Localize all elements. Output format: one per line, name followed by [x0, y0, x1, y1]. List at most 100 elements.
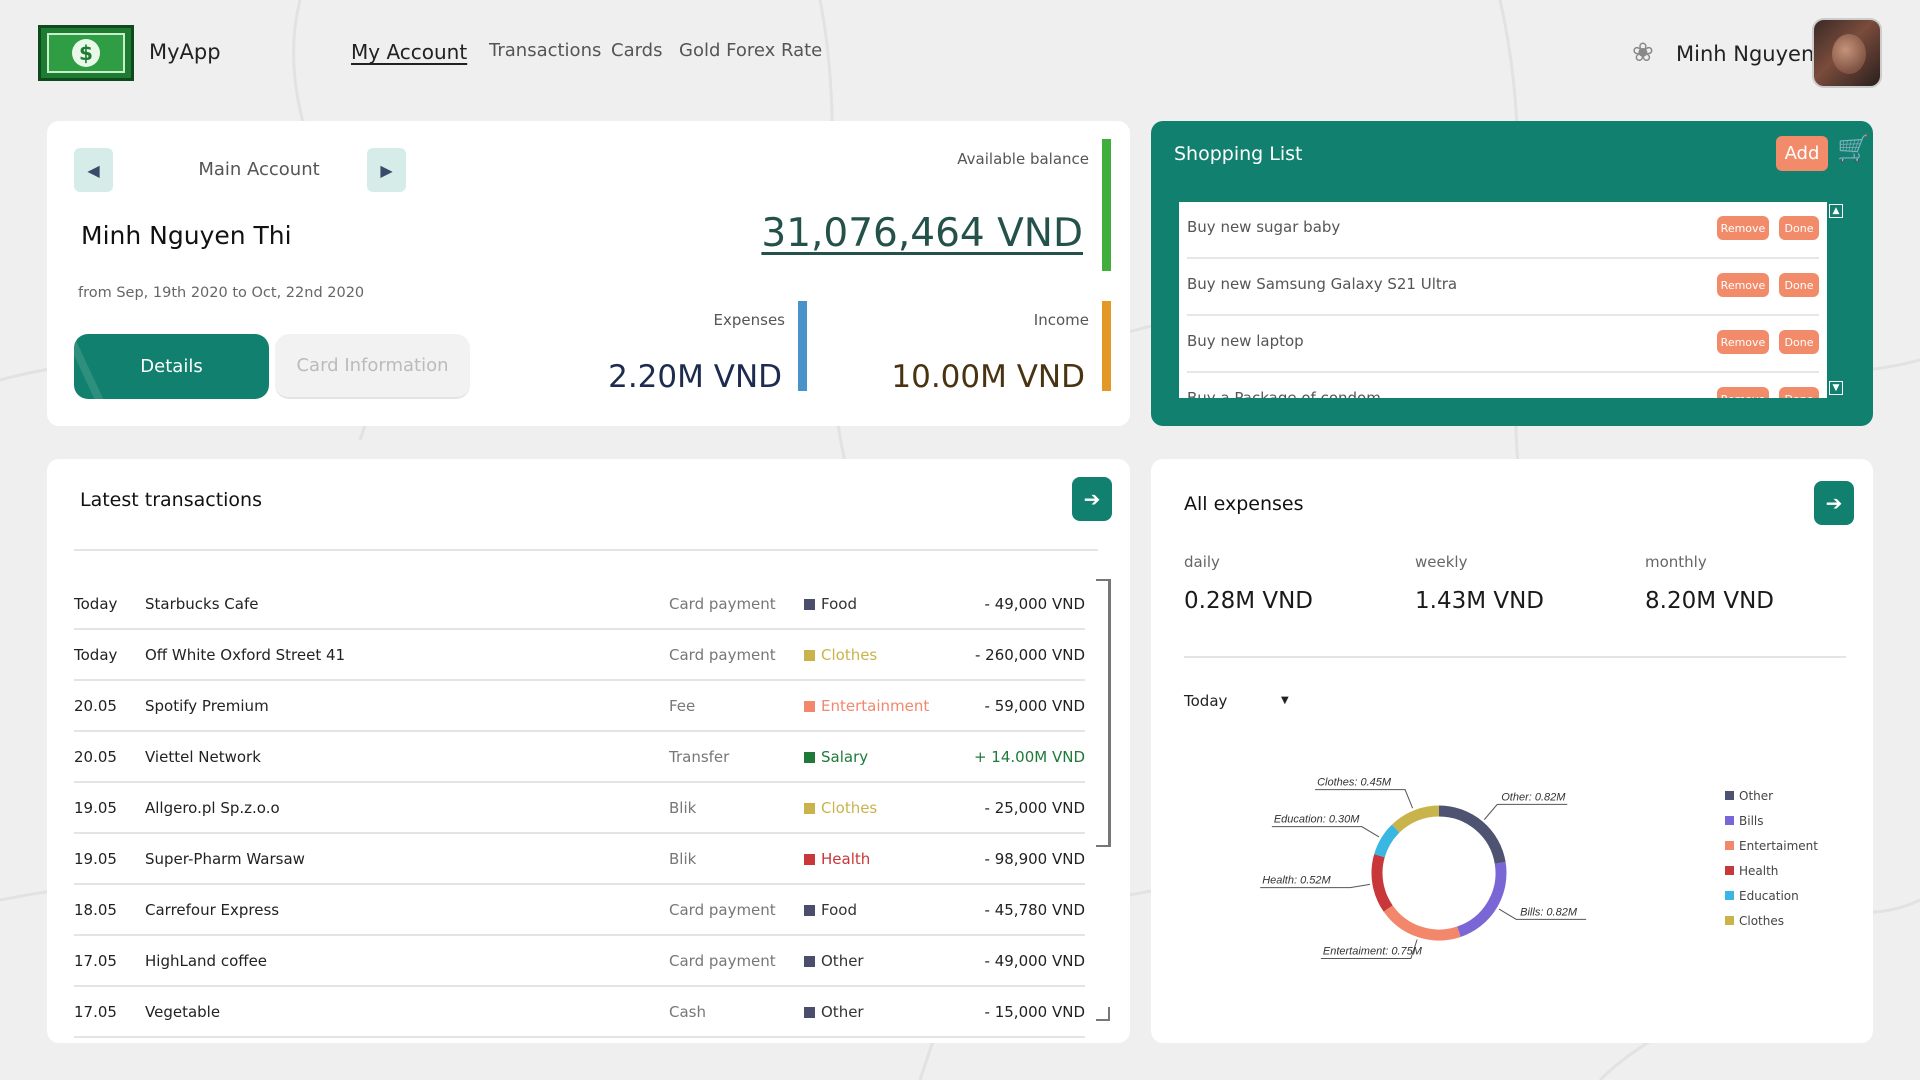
transaction-category: Salary	[804, 748, 868, 766]
transaction-category: Health	[804, 850, 870, 868]
shopping-item-text: Buy new laptop	[1187, 332, 1304, 350]
category-label: Salary	[821, 748, 869, 766]
transactions-title: Latest transactions	[80, 489, 262, 511]
legend-item[interactable]: Education	[1725, 889, 1799, 903]
nav-cards[interactable]: Cards	[611, 40, 663, 61]
legend-item[interactable]: Health	[1725, 864, 1778, 878]
leader-line	[1271, 826, 1380, 838]
legend-item[interactable]: Bills	[1725, 814, 1764, 828]
nav-transactions[interactable]: Transactions	[489, 40, 601, 61]
transaction-category: Clothes	[804, 799, 877, 817]
done-button[interactable]: Done	[1779, 216, 1819, 240]
legend-item[interactable]: Entertaiment	[1725, 839, 1818, 853]
transactions-scrollbar[interactable]	[1096, 579, 1111, 847]
next-account-button[interactable]: ▶	[367, 148, 406, 192]
top-navigation-bar: $ MyApp My Account Transactions Cards Go…	[0, 0, 1920, 108]
transaction-name: Vegetable	[145, 1003, 221, 1021]
transaction-category: Food	[804, 595, 857, 613]
divider	[74, 549, 1098, 551]
table-row[interactable]: Today Off White Oxford Street 41 Card paym…	[74, 630, 1085, 681]
remove-button[interactable]: Remove	[1717, 216, 1769, 240]
table-row[interactable]: 19.05 Allgero.pl Sp.z.o.o Blik Clothes - 25,…	[74, 783, 1085, 834]
scroll-down-button[interactable]: ▼	[1829, 381, 1843, 395]
category-color-swatch	[804, 956, 815, 967]
nav-gold-forex-rate[interactable]: Gold Forex Rate	[679, 40, 822, 61]
donut-slice-health[interactable]	[1371, 854, 1393, 912]
transaction-date: 17.05	[74, 1003, 117, 1021]
expenses-donut-chart: Other: 0.82M Bills: 0.82M Entertaiment: 0.…	[1260, 777, 1587, 959]
table-row[interactable]: 17.05 Vegetable Cash Other - 15,000 VND	[74, 987, 1085, 1038]
category-color-swatch	[804, 599, 815, 610]
transaction-method: Card payment	[669, 901, 776, 919]
category-color-swatch	[804, 701, 815, 712]
donut-slice-clothes[interactable]	[1391, 805, 1440, 833]
shopping-list[interactable]: Buy new sugar baby Remove Done Buy new S…	[1179, 202, 1827, 398]
donut-slice-other[interactable]	[1438, 805, 1506, 865]
done-button[interactable]: Done	[1779, 387, 1819, 398]
legend-label: Health	[1739, 864, 1779, 878]
transaction-category: Other	[804, 1003, 864, 1021]
table-row[interactable]: Today Starbucks Cafe Card payment Food - 49,…	[74, 579, 1085, 630]
latest-transactions-card: Latest transactions ➔ Today Starbucks Caf…	[47, 459, 1130, 1043]
shopping-list-card: Shopping List Add 🛒 Buy new sugar baby R…	[1151, 121, 1873, 426]
card-information-button[interactable]: Card Information	[275, 334, 470, 399]
arrow-left-icon: ◀	[87, 160, 100, 180]
donut-slice-entertaiment[interactable]	[1383, 905, 1461, 941]
app-logo[interactable]: $	[38, 25, 134, 81]
available-balance-value[interactable]: 31,076,464 VND	[761, 211, 1083, 256]
details-button[interactable]: Details	[74, 334, 269, 399]
transaction-date: 18.05	[74, 901, 117, 919]
category-color-swatch	[804, 1007, 815, 1018]
table-row[interactable]: 17.05 HighLand coffee Card payment Other - 4…	[74, 936, 1085, 987]
resize-handle[interactable]	[1096, 1007, 1110, 1021]
transaction-name: Spotify Premium	[145, 697, 269, 715]
income-value: 10.00M VND	[891, 359, 1085, 395]
transaction-amount: - 49,000 VND	[984, 952, 1085, 970]
transaction-name: Starbucks Cafe	[145, 595, 259, 613]
account-owner: Minh Nguyen Thi	[81, 221, 292, 250]
legend-swatch	[1725, 891, 1734, 900]
category-color-swatch	[804, 905, 815, 916]
transaction-amount: - 49,000 VND	[984, 595, 1085, 613]
legend-swatch	[1725, 866, 1734, 875]
legend-item[interactable]: Clothes	[1725, 914, 1784, 928]
user-name[interactable]: Minh Nguyen	[1676, 42, 1814, 66]
transaction-date: 17.05	[74, 952, 117, 970]
view-all-transactions-button[interactable]: ➔	[1072, 477, 1112, 521]
category-label: Food	[821, 901, 857, 919]
all-expenses-card: All expenses ➔ daily 0.28M VND weekly 1.…	[1151, 459, 1873, 1043]
previous-account-button[interactable]: ◀	[74, 148, 113, 192]
legend-item[interactable]: Other	[1725, 789, 1773, 803]
slice-label: Education: 0.30M	[1274, 814, 1360, 826]
slice-label: Other: 0.82M	[1501, 791, 1566, 803]
done-button[interactable]: Done	[1779, 273, 1819, 297]
flower-icon[interactable]: ❀	[1632, 38, 1654, 68]
table-row[interactable]: 18.05 Carrefour Express Card payment Food - …	[74, 885, 1085, 936]
remove-button[interactable]: Remove	[1717, 387, 1769, 398]
transaction-name: Super-Pharm Warsaw	[145, 850, 305, 868]
donut-slice-bills[interactable]	[1456, 862, 1507, 937]
table-row[interactable]: 20.05 Viettel Network Transfer Salary + 14.0…	[74, 732, 1085, 783]
done-button[interactable]: Done	[1779, 330, 1819, 354]
avatar[interactable]	[1812, 18, 1882, 88]
remove-button[interactable]: Remove	[1717, 273, 1769, 297]
transaction-name: Allgero.pl Sp.z.o.o	[145, 799, 280, 817]
transaction-method: Card payment	[669, 646, 776, 664]
nav-my-account[interactable]: My Account	[351, 40, 467, 64]
donut-slice-education[interactable]	[1374, 824, 1400, 858]
table-row[interactable]: 20.05 Spotify Premium Fee Entertainment - 59…	[74, 681, 1085, 732]
scroll-up-button[interactable]: ▲	[1829, 204, 1843, 218]
account-summary-card: ◀ Main Account ▶ Minh Nguyen Thi from Se…	[47, 121, 1130, 426]
transaction-date: 20.05	[74, 697, 117, 715]
transaction-method: Card payment	[669, 595, 776, 613]
table-row[interactable]: 19.05 Super-Pharm Warsaw Blik Health - 98,90…	[74, 834, 1085, 885]
legend-label: Bills	[1739, 814, 1764, 828]
transaction-method: Card payment	[669, 952, 776, 970]
shopping-item-text: Buy new Samsung Galaxy S21 Ultra	[1187, 275, 1458, 293]
remove-button[interactable]: Remove	[1717, 330, 1769, 354]
list-item: Buy new sugar baby Remove Done	[1187, 202, 1819, 259]
category-label: Other	[821, 952, 864, 970]
legend-swatch	[1725, 791, 1734, 800]
add-item-button[interactable]: Add	[1776, 136, 1828, 171]
transaction-amount: + 14.00M VND	[973, 748, 1085, 766]
